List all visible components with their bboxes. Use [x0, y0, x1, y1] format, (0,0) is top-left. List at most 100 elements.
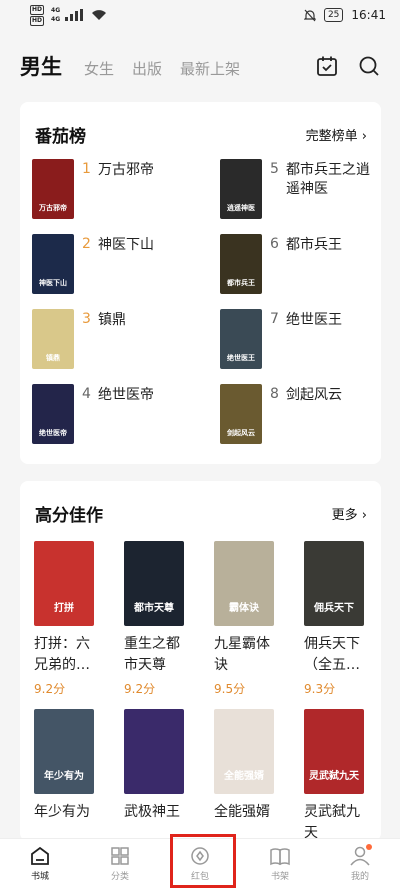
ranking-item[interactable]: 剑起风云 8 剑起风云 — [220, 384, 376, 444]
cover-text: 都市兵王 — [227, 279, 255, 287]
tab-publish[interactable]: 出版 — [132, 58, 162, 79]
category-tabs: 男生 女生 出版 最新上架 — [20, 51, 240, 81]
nav-category[interactable]: 分类 — [80, 839, 160, 888]
nav-label: 分类 — [110, 872, 129, 882]
book-title: 剑起风云 — [286, 387, 342, 403]
tab-new-release[interactable]: 最新上架 — [180, 58, 240, 79]
nav-mine[interactable]: 我的 — [320, 839, 400, 888]
status-bar: HD HD 4G 4G 25 16:41 — [0, 0, 400, 30]
cover-text: 打拼 — [54, 603, 74, 614]
book-title: 武极神王 — [124, 804, 180, 820]
nav-bookshelf[interactable]: 书架 — [240, 839, 320, 888]
book-cover[interactable]: 佣兵天下 — [304, 541, 364, 626]
notification-dot — [366, 844, 372, 850]
tab-male[interactable]: 男生 — [20, 51, 62, 81]
network-label-1: 4G — [51, 6, 61, 14]
ranking-item[interactable]: 绝世医王 7 绝世医王 — [220, 309, 376, 369]
book-score: 9.3分 — [304, 682, 336, 696]
redpacket-highlight-box — [170, 834, 236, 888]
book-cover[interactable]: 剑起风云 — [220, 384, 262, 444]
calendar-check-icon[interactable] — [316, 55, 338, 77]
rank-number: 5 — [270, 161, 279, 177]
book-card[interactable]: 佣兵天下佣兵天下（全五… 9.3分 — [304, 541, 374, 697]
rank-number: 3 — [82, 311, 91, 327]
cover-text: 年少有为 — [44, 771, 84, 782]
book-card[interactable]: 打拼打拼：六兄弟的… 9.2分 — [34, 541, 104, 697]
book-title: 绝世医帝 — [98, 387, 154, 403]
cover-text: 全能强婿 — [224, 771, 264, 782]
ranking-item[interactable]: 绝世医帝 4 绝世医帝 — [32, 384, 188, 444]
book-cover[interactable]: 灵武弑九天 — [304, 709, 364, 794]
signal-icon — [65, 9, 84, 21]
ranking-item[interactable]: 神医下山 2 神医下山 — [32, 234, 188, 294]
hd-badge-1: HD — [30, 4, 45, 15]
cover-text: 灵武弑九天 — [309, 771, 359, 782]
high-score-title: 高分佳作 — [35, 506, 103, 526]
cover-text: 霸体诀 — [229, 603, 259, 614]
book-title: 都市兵王之逍遥神医 — [286, 162, 370, 197]
book-cover[interactable]: 逍遥神医 — [220, 159, 262, 219]
more-link[interactable]: 更多 › — [332, 504, 367, 523]
grid-icon — [111, 847, 129, 865]
book-cover[interactable]: 镇鼎 — [32, 309, 74, 369]
rank-number: 7 — [270, 311, 279, 327]
mute-icon — [303, 9, 316, 21]
rank-number: 8 — [270, 386, 279, 402]
ranking-item[interactable]: 镇鼎 3 镇鼎 — [32, 309, 188, 369]
book-cover[interactable]: 神医下山 — [32, 234, 74, 294]
book-score: 9.2分 — [34, 682, 66, 696]
book-card[interactable]: 年少有为 年少有为 — [34, 709, 104, 827]
cover-text: 剑起风云 — [227, 429, 255, 437]
cover-text: 万古邪帝 — [39, 204, 67, 212]
book-icon — [270, 848, 290, 866]
book-title: 镇鼎 — [98, 312, 126, 328]
book-title: 灵武弑九天 — [304, 804, 360, 841]
book-cover[interactable]: 绝世医帝 — [32, 384, 74, 444]
ranking-item[interactable]: 逍遥神医 5 都市兵王之逍遥神医 — [220, 159, 376, 219]
book-cover[interactable]: 全能强婿 — [214, 709, 274, 794]
network-label-2: 4G — [51, 15, 61, 23]
book-title: 佣兵天下（全五… — [304, 636, 360, 673]
book-title: 年少有为 — [34, 804, 90, 820]
ranking-item[interactable]: 万古邪帝 1 万古邪帝 — [32, 159, 188, 219]
book-title: 绝世医王 — [286, 312, 342, 328]
book-cover[interactable]: 年少有为 — [34, 709, 94, 794]
ranking-title: 番茄榜 — [35, 127, 86, 147]
rank-number: 4 — [82, 386, 91, 402]
ranking-item[interactable]: 都市兵王 6 都市兵王 — [220, 234, 376, 294]
book-score: 9.2分 — [124, 682, 156, 696]
rank-number: 1 — [82, 161, 91, 177]
search-icon[interactable] — [358, 55, 380, 77]
book-cover[interactable]: 都市天尊 — [124, 541, 184, 626]
ranking-card: 番茄榜 完整榜单 › 万古邪帝 1 万古邪帝 神医下山 2 神医下山 镇鼎 3 镇鼎 绝世医帝 4 绝… — [20, 102, 381, 464]
cover-text: 绝世医帝 — [39, 429, 67, 437]
cover-text: 镇鼎 — [46, 354, 60, 362]
cover-text: 佣兵天下 — [314, 603, 354, 614]
book-cover[interactable]: 绝世医王 — [220, 309, 262, 369]
top-header: 男生 女生 出版 最新上架 — [0, 46, 400, 86]
book-title: 九星霸体诀 — [214, 636, 270, 673]
book-card[interactable]: 灵武弑九天 灵武弑九天 — [304, 709, 374, 841]
clock: 16:41 — [351, 8, 386, 22]
book-cover[interactable]: 打拼 — [34, 541, 94, 626]
book-cover[interactable]: 万古邪帝 — [32, 159, 74, 219]
book-cover[interactable]: 霸体诀 — [214, 541, 274, 626]
book-score: 9.5分 — [214, 682, 246, 696]
book-title: 都市兵王 — [286, 237, 342, 253]
book-title: 打拼：六兄弟的… — [34, 636, 90, 673]
full-ranking-link[interactable]: 完整榜单 › — [306, 125, 367, 144]
book-title: 万古邪帝 — [98, 162, 154, 178]
nav-bookstore[interactable]: 书城 — [0, 839, 80, 888]
rank-number: 2 — [82, 236, 91, 252]
hd-badge-2: HD — [30, 15, 45, 26]
book-title: 全能强婿 — [214, 804, 270, 820]
book-card[interactable]: 武极神王 — [124, 709, 194, 827]
book-card[interactable]: 都市天尊重生之都市天尊 9.2分 — [124, 541, 194, 697]
book-cover[interactable]: 都市兵王 — [220, 234, 262, 294]
book-card[interactable]: 全能强婿 全能强婿 — [214, 709, 284, 827]
book-cover[interactable] — [124, 709, 184, 794]
book-card[interactable]: 霸体诀九星霸体诀 9.5分 — [214, 541, 284, 697]
tab-female[interactable]: 女生 — [84, 58, 114, 79]
home-icon — [31, 846, 49, 865]
book-title: 重生之都市天尊 — [124, 636, 180, 673]
